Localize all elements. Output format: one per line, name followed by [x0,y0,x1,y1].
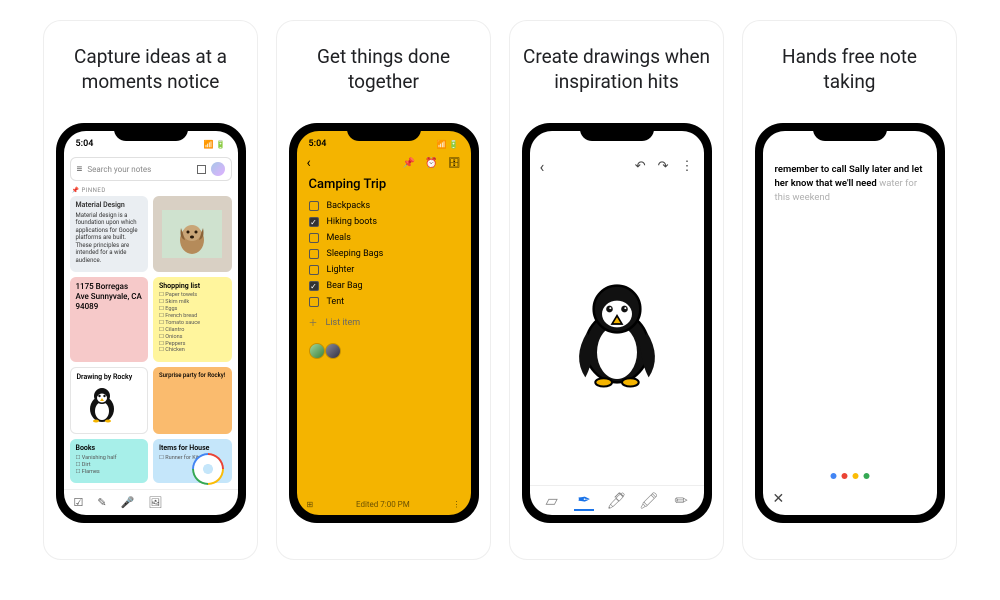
archive-icon[interactable]: 🗄 [448,158,461,169]
bottom-toolbar: ☑ ✎ 🎤 🖼 [64,489,238,515]
notes-grid: Material Design Material design is a fou… [64,196,238,489]
search-bar[interactable]: ≡ Search your notes [70,157,232,181]
new-note-fab[interactable]: + [192,453,224,485]
list-item[interactable]: Sleeping Bags [307,246,461,262]
menu-icon[interactable]: ≡ [77,164,83,175]
list-item[interactable]: Meals [307,230,461,246]
image-icon[interactable]: 🖼 [148,496,162,509]
showcase-panel-3: Create drawings when inspiration hits ‹ … [509,20,724,560]
brush-icon[interactable]: ✎ [97,496,106,509]
account-avatar[interactable] [211,162,225,176]
phone-screen: 5:04 📶 🔋 ≡ Search your notes 📌 PINNED Ma… [64,131,238,515]
checkbox-icon[interactable]: ☑ [74,496,84,509]
select-tool-icon[interactable]: ▱ [542,491,562,511]
close-icon[interactable]: ✕ [773,491,785,507]
note-title[interactable]: Camping Trip [297,175,471,198]
showcase-panel-1: Capture ideas at a moments notice 5:04 📶… [43,20,258,560]
edited-label: Edited 7:00 PM [356,500,410,509]
note-shopping-list[interactable]: Shopping list Paper towelsSkim milk Eggs… [153,277,232,362]
panel-headline: Create drawings when inspiration hits [522,45,711,105]
collaborator-avatar[interactable] [309,343,325,359]
drawing-header: ‹ ↶ ↷ ⋮ [530,153,704,180]
add-action-icon[interactable]: ⊞ [307,500,314,509]
notch [114,123,188,141]
search-placeholder: Search your notes [87,165,191,174]
showcase-panel-4: Hands free note taking remember to call … [742,20,957,560]
status-icons: 📶 🔋 [437,140,459,149]
phone-frame: 5:04 📶 🔋 ≡ Search your notes 📌 PINNED Ma… [56,123,246,523]
phone-frame: 5:04 📶 🔋 ‹ 📌 ⏰ 🗄 Camping Trip Backpacks … [289,123,479,523]
status-time: 5:04 [76,139,94,149]
collaborators[interactable] [297,335,471,367]
status-icons: 📶 🔋 [204,140,226,149]
back-icon[interactable]: ‹ [307,155,311,171]
mic-icon[interactable]: 🎤 [121,496,135,509]
list-item[interactable]: Lighter [307,262,461,278]
checklist: Backpacks ✓Hiking boots Meals Sleeping B… [297,198,471,335]
panel-headline: Get things done together [289,45,478,105]
panel-headline: Hands free note taking [755,45,944,105]
note-header: ‹ 📌 ⏰ 🗄 [297,153,471,175]
view-toggle-icon[interactable] [197,165,206,174]
assistant-listening-icon [830,473,869,479]
notch [347,123,421,141]
panel-headline: Capture ideas at a moments notice [56,45,245,105]
note-address[interactable]: 1175 Borregas Ave Sunnyvale, CA 94089 [70,277,149,362]
marker-tool-icon[interactable]: 🖊 [606,491,626,511]
note-books[interactable]: Books Vanishing halfDirtFlames [70,439,149,483]
phone-screen: remember to call Sally later and let her… [763,131,937,515]
drawing-toolbar: ▱ ✒ 🖊 🖍 ✏ [530,485,704,515]
showcase-panel-2: Get things done together 5:04 📶 🔋 ‹ 📌 ⏰ … [276,20,491,560]
more-icon[interactable]: ⋮ [681,159,694,174]
note-surprise-party[interactable]: Surprise party for Rocky! [153,367,232,435]
highlighter-tool-icon[interactable]: 🖍 [639,491,659,511]
status-time: 5:04 [309,139,327,149]
note-drawing[interactable]: Drawing by Rocky [70,367,149,435]
phone-frame: remember to call Sally later and let her… [755,123,945,523]
note-dog-photo[interactable] [153,196,232,272]
back-icon[interactable]: ‹ [540,157,545,176]
eraser-tool-icon[interactable]: ✏ [671,491,691,511]
more-icon[interactable]: ⋮ [453,500,461,509]
list-item[interactable]: ✓Bear Bag [307,278,461,294]
list-item[interactable]: Tent [307,294,461,310]
phone-screen: ‹ ↶ ↷ ⋮ [530,131,704,515]
notch [580,123,654,141]
phone-screen: 5:04 📶 🔋 ‹ 📌 ⏰ 🗄 Camping Trip Backpacks … [297,131,471,515]
phone-frame: ‹ ↶ ↷ ⋮ [522,123,712,523]
add-list-item[interactable]: ＋List item [307,310,461,335]
note-material-design[interactable]: Material Design Material design is a fou… [70,196,149,272]
pin-icon[interactable]: 📌 [403,158,415,169]
reminder-icon[interactable]: ⏰ [425,158,437,169]
list-item[interactable]: Backpacks [307,198,461,214]
notch [813,123,887,141]
note-footer: ⊞ Edited 7:00 PM ⋮ [297,494,471,515]
undo-icon[interactable]: ↶ [635,159,646,174]
redo-icon[interactable]: ↷ [658,159,669,174]
collaborator-avatar[interactable] [325,343,341,359]
list-item[interactable]: ✓Hiking boots [307,214,461,230]
pinned-section-label: 📌 PINNED [64,185,238,196]
drawing-canvas[interactable] [530,180,704,485]
dictation-text: remember to call Sally later and let her… [763,153,937,214]
pen-tool-icon[interactable]: ✒ [574,491,594,511]
